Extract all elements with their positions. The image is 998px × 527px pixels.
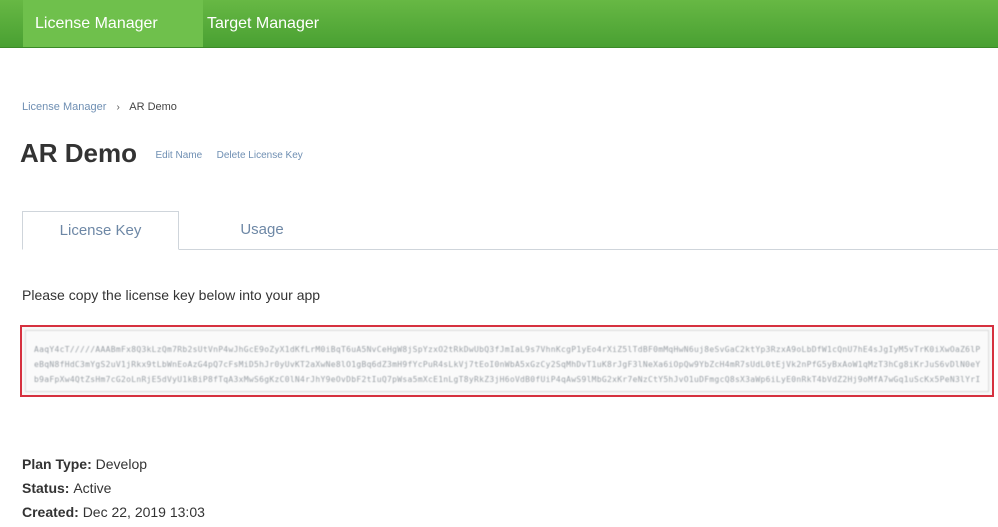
tab-license-key[interactable]: License Key [22, 211, 179, 250]
top-navigation-bar: License Manager Target Manager [0, 0, 998, 48]
delete-license-key-link[interactable]: Delete License Key [217, 150, 303, 161]
edit-name-link[interactable]: Edit Name [155, 150, 202, 161]
breadcrumb-current: AR Demo [129, 101, 177, 113]
status-label: Status: [22, 480, 74, 496]
breadcrumb-separator-icon: › [116, 102, 120, 113]
title-row: AR Demo Edit Name Delete License Key [20, 138, 303, 169]
plan-type-row: Plan Type: Develop [22, 452, 205, 476]
nav-tab-target-manager[interactable]: Target Manager [195, 0, 331, 47]
tab-usage[interactable]: Usage [212, 211, 312, 248]
breadcrumb: License Manager › AR Demo [22, 101, 177, 113]
license-key-text[interactable]: AaqY4cT/////AAABmFx8Q3kLzQm7Rb2sUtVnP4wJ… [25, 330, 989, 392]
nav-tab-license-manager[interactable]: License Manager [23, 0, 203, 47]
license-details: Plan Type: Develop Status: Active Create… [22, 452, 205, 524]
license-key-box[interactable]: AaqY4cT/////AAABmFx8Q3kLzQm7Rb2sUtVnP4wJ… [20, 325, 994, 397]
copy-instruction: Please copy the license key below into y… [22, 287, 321, 303]
page-title: AR Demo [20, 138, 138, 168]
plan-type-value: Develop [95, 456, 148, 472]
created-value: Dec 22, 2019 13:03 [82, 504, 205, 520]
breadcrumb-link-license-manager[interactable]: License Manager [22, 101, 106, 113]
tab-bar: License Key Usage [22, 211, 998, 250]
status-value: Active [73, 480, 112, 496]
created-label: Created: [22, 504, 83, 520]
status-row: Status: Active [22, 476, 205, 500]
created-row: Created: Dec 22, 2019 13:03 [22, 500, 205, 524]
plan-type-label: Plan Type: [22, 456, 96, 472]
